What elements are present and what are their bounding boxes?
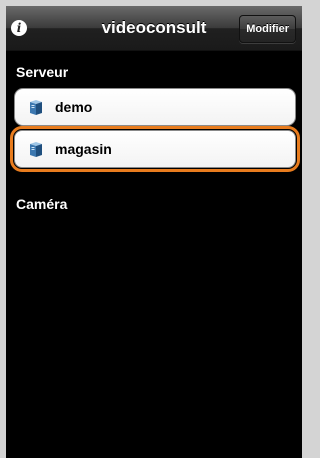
section-header-cameras: Caméra [16,196,68,212]
server-icon [30,100,42,115]
server-item-label: demo [55,99,93,115]
page-title: videoconsult [101,18,207,37]
info-button[interactable]: i [11,20,27,36]
server-item-label: magasin [55,141,112,157]
section-header-servers: Serveur [16,64,69,80]
navigation-bar: i videoconsult Modifier [6,6,302,51]
server-item-demo[interactable]: demo [14,88,296,126]
server-item-magasin[interactable]: magasin [10,126,300,172]
server-list: demo magasin [10,88,300,172]
info-icon: i [16,21,22,35]
app-screen: i videoconsult Modifier Serveur demo mag… [6,6,302,458]
edit-button[interactable]: Modifier [239,15,296,43]
server-icon [30,142,42,157]
